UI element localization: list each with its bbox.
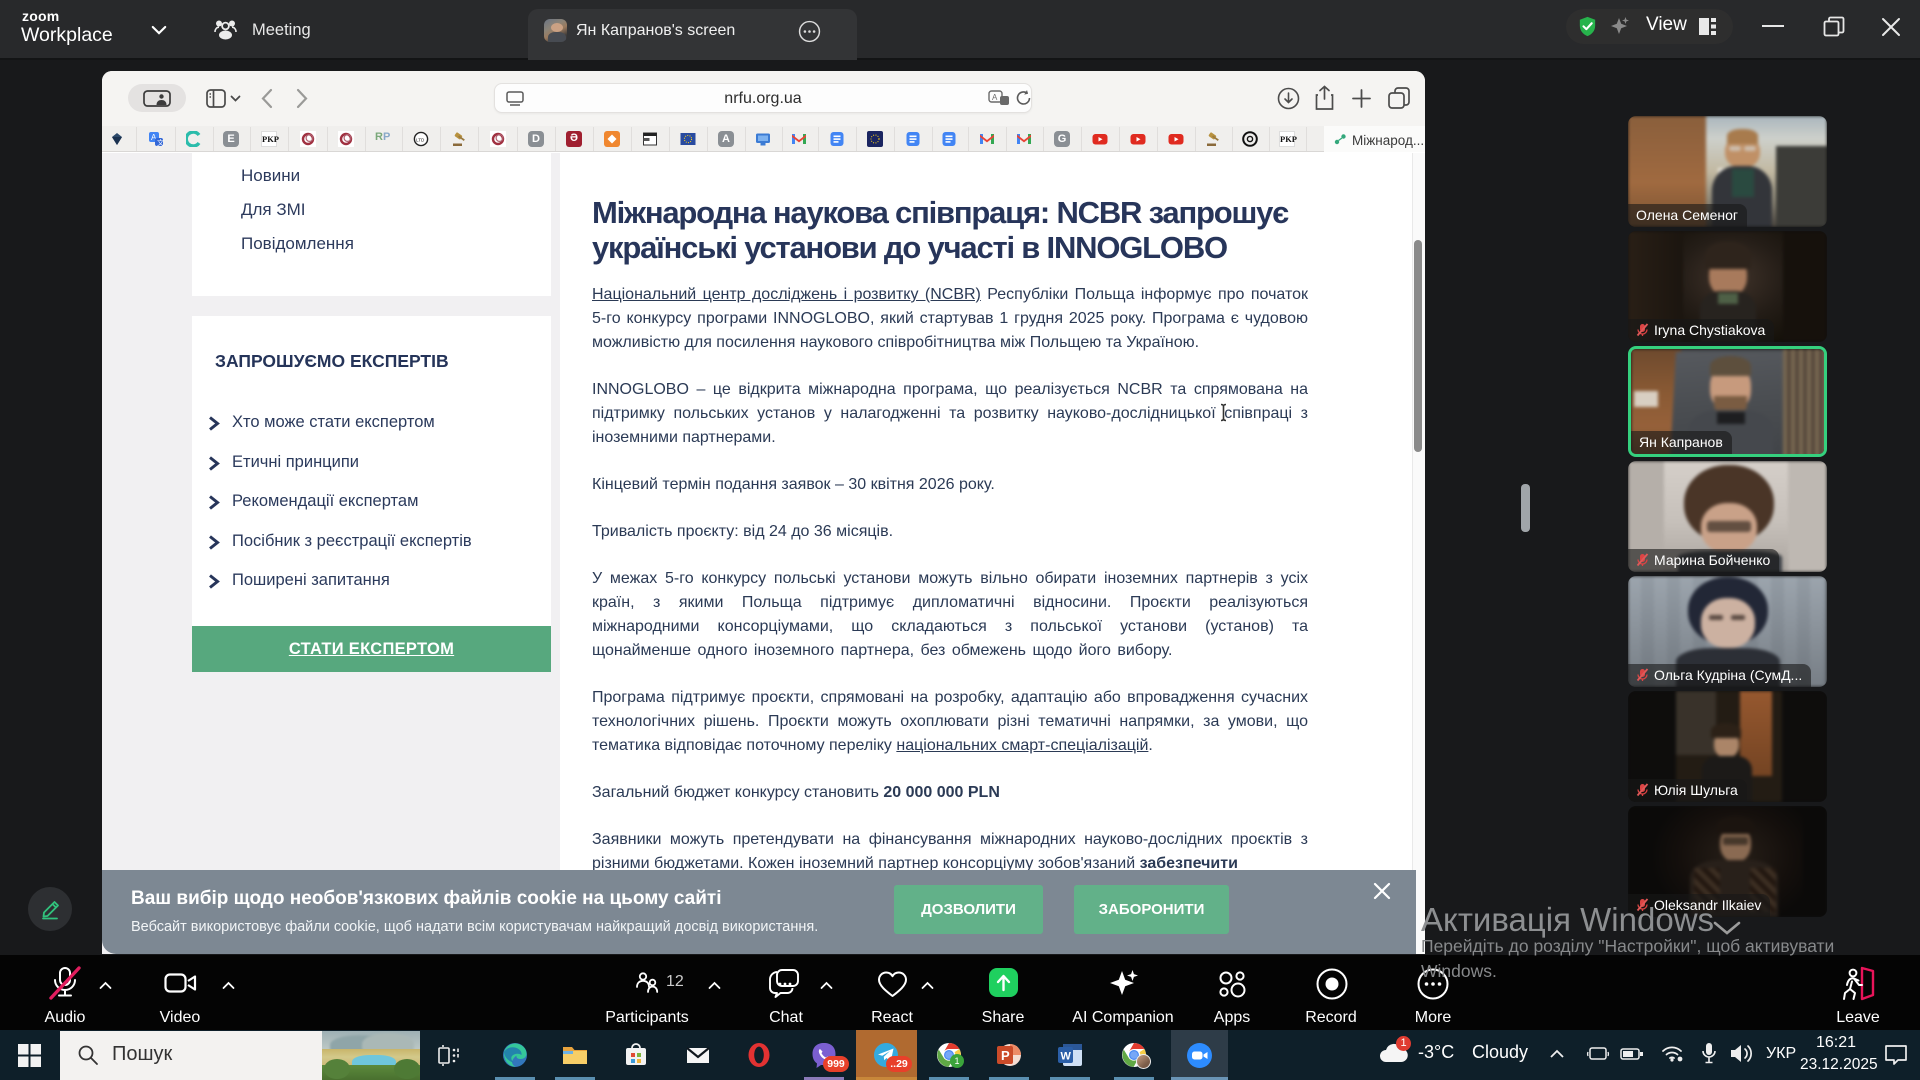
svg-text:LTD: LTD [416,138,425,143]
svg-text:A: A [992,93,998,102]
svg-text:文: 文 [157,138,164,147]
svg-text:P: P [1001,1048,1010,1063]
svg-text:W: W [1061,1051,1072,1063]
